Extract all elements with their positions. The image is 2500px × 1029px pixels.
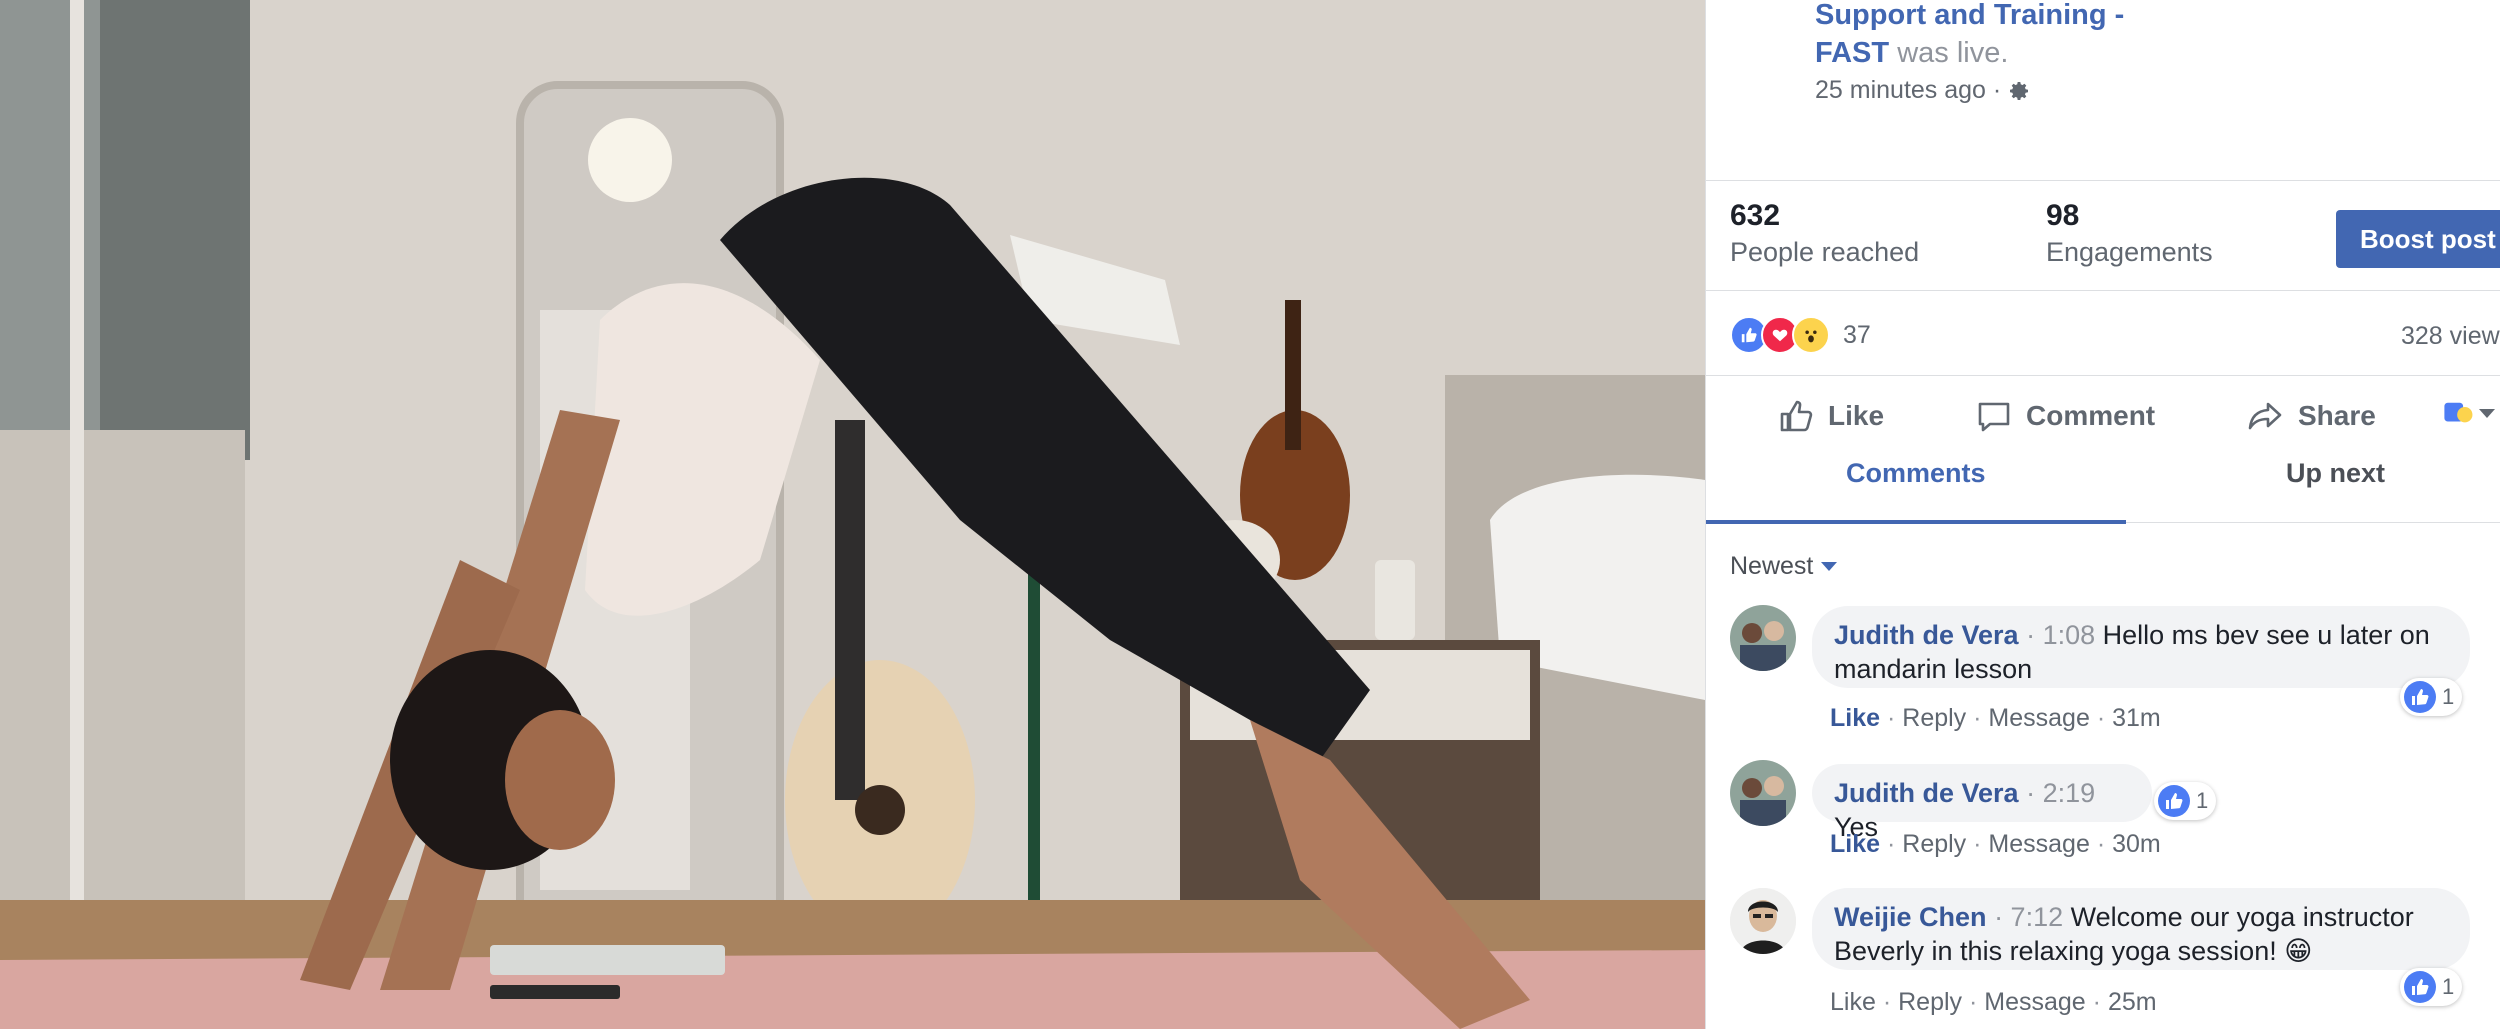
views-count[interactable]: 328 views	[2401, 322, 2500, 351]
comment-like-count[interactable]: 1	[2400, 968, 2463, 1006]
post-timestamp-row: 25 minutes ago ·	[1815, 76, 2031, 105]
comment-like-count[interactable]: 1	[2400, 678, 2463, 716]
engagements-label: Engagements	[2046, 237, 2213, 267]
tab-up-next[interactable]: Up next	[2286, 458, 2385, 489]
post-header: Support and Training - FAST was live.	[1815, 0, 2175, 72]
people-reached-value: 632	[1730, 199, 1781, 232]
separator: ·	[2096, 704, 2106, 732]
boost-post-button[interactable]: Boost post	[2336, 210, 2500, 268]
wow-reaction-icon	[1792, 316, 1830, 354]
comment-like-link[interactable]: Like	[1830, 830, 1880, 858]
comment-bubble: Weijie Chen · 7:12 Welcome our yoga inst…	[1812, 888, 2470, 970]
chevron-down-icon	[2479, 408, 2495, 418]
comment-age[interactable]: 25m	[2108, 988, 2157, 1016]
share-arrow-icon	[2248, 402, 2282, 430]
comment-sort-label: Newest	[1730, 552, 1814, 580]
like-reaction-icon	[2404, 681, 2436, 713]
comment-like-number: 1	[2442, 684, 2455, 709]
reaction-picker-button[interactable]	[2441, 396, 2495, 430]
engagements-value: 98	[2046, 199, 2080, 232]
page-avatar-icon	[2444, 402, 2473, 423]
caret-down-icon	[1821, 562, 1838, 571]
like-reaction-icon	[2158, 785, 2190, 817]
comment-like-link[interactable]: Like	[1830, 704, 1880, 732]
page-name-link[interactable]: Support and Training -	[1815, 0, 2124, 31]
like-reaction-icon	[2404, 971, 2436, 1003]
divider	[1706, 375, 2500, 376]
separator: ·	[1973, 830, 1982, 858]
comment-like-number: 1	[2196, 788, 2209, 813]
separator: ·	[1882, 988, 1892, 1016]
comment-text: Hello ms bev see u later on	[2102, 620, 2430, 650]
comment-timestamp[interactable]: · 2:19	[2026, 778, 2095, 808]
video-frame-yoga	[0, 0, 1705, 1029]
comment-like-count[interactable]: 1	[2154, 782, 2217, 820]
comment-message-link[interactable]: Message	[1988, 830, 2089, 858]
active-tab-indicator	[1706, 520, 2126, 524]
comment-author[interactable]: Weijie Chen	[1834, 902, 1987, 932]
comment-reply-link[interactable]: Reply	[1902, 830, 1966, 858]
tab-comments[interactable]: Comments	[1846, 458, 1986, 489]
comment-like-number: 1	[2442, 974, 2455, 999]
avatar[interactable]	[1730, 760, 1796, 826]
comment-reply-link[interactable]: Reply	[1898, 988, 1962, 1016]
like-button[interactable]: Like	[1776, 396, 1884, 436]
comment-message-link[interactable]: Message	[1984, 988, 2085, 1016]
comment-timestamp[interactable]: · 7:12	[1994, 902, 2063, 932]
separator: ·	[1886, 704, 1896, 732]
divider	[1706, 290, 2500, 291]
engagements-stat[interactable]: 98 Engagements	[2046, 198, 2213, 270]
comment-age[interactable]: 31m	[2112, 704, 2161, 732]
avatar[interactable]	[1730, 605, 1796, 671]
comment-sort-dropdown[interactable]: Newest	[1730, 552, 1838, 581]
page-name-link-2[interactable]: FAST	[1815, 37, 1889, 69]
separator: ·	[1886, 830, 1896, 858]
separator: ·	[1968, 988, 1978, 1016]
thumbs-up-icon	[1780, 400, 1813, 432]
gear-icon[interactable]	[2007, 79, 2031, 103]
comment-like-link[interactable]: Like	[1830, 988, 1876, 1016]
post-side-panel: Support and Training - FAST was live. 25…	[1705, 0, 2500, 1029]
comment-button[interactable]: Comment	[1974, 396, 2155, 436]
people-reached-stat[interactable]: 632 People reached	[1730, 198, 1919, 270]
comment-reply-link[interactable]: Reply	[1902, 704, 1966, 732]
comment-bubble: Judith de Vera · 1:08 Hello ms bev see u…	[1812, 606, 2470, 688]
comment-author[interactable]: Judith de Vera	[1834, 778, 2019, 808]
comment-text: Welcome our yoga instructor	[2070, 902, 2414, 932]
comment-actions: Like · Reply · Message · 25m	[1830, 988, 2157, 1017]
share-button-label: Share	[2298, 400, 2376, 431]
comment-text-2: mandarin lesson	[1834, 654, 2033, 684]
was-live-label: was live.	[1897, 37, 2009, 69]
comment-message-link[interactable]: Message	[1988, 704, 2089, 732]
post-timestamp[interactable]: 25 minutes ago ·	[1815, 76, 2001, 105]
separator: ·	[1973, 704, 1982, 732]
share-button[interactable]: Share	[2246, 396, 2376, 436]
avatar[interactable]	[1730, 888, 1796, 954]
separator: ·	[2092, 988, 2101, 1016]
people-reached-label: People reached	[1730, 237, 1920, 267]
comment-age[interactable]: 30m	[2112, 830, 2161, 858]
comment-author[interactable]: Judith de Vera	[1834, 620, 2019, 650]
comment-actions: Like · Reply · Message · 30m	[1830, 830, 2161, 859]
comment-timestamp[interactable]: · 1:08	[2026, 620, 2095, 650]
reaction-count: 37	[1843, 320, 1871, 349]
reactions-summary[interactable]: 37	[1730, 316, 1871, 354]
comment-bubble-icon	[1978, 402, 2010, 432]
divider	[1706, 180, 2500, 181]
comment-actions: Like · Reply · Message · 31m	[1830, 704, 2161, 733]
comment-bubble: Judith de Vera · 2:19 Yes	[1812, 764, 2152, 842]
live-video-player[interactable]	[0, 0, 1705, 1029]
separator: ·	[2096, 830, 2106, 858]
comment-text-2: Beverly in this relaxing yoga session! 😁	[1834, 936, 2313, 966]
comment-button-label: Comment	[2026, 400, 2156, 431]
like-button-label: Like	[1828, 400, 1885, 431]
